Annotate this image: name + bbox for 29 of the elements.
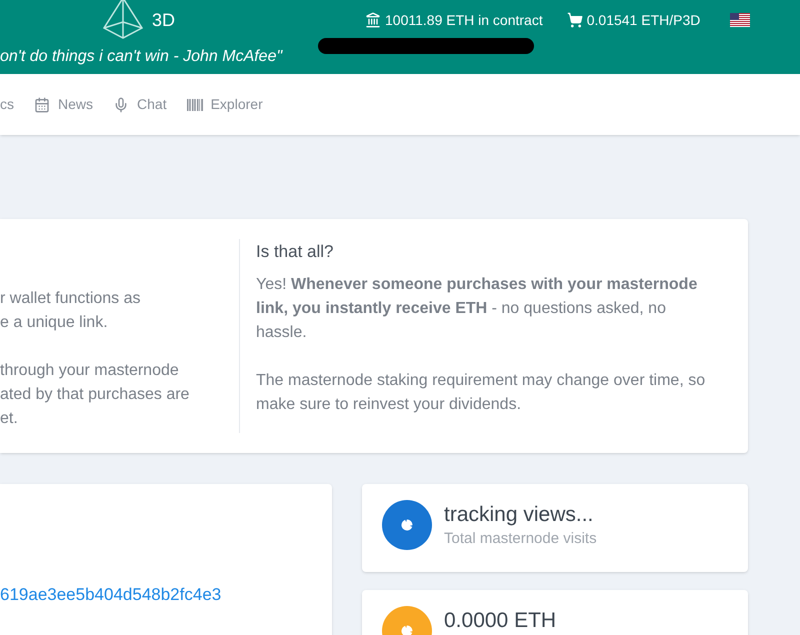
logo-text: 3D: [152, 8, 176, 32]
info-text-line: e a unique link.: [0, 313, 109, 333]
nav-link[interactable]: News: [34, 94, 94, 115]
pie-chart-icon: [401, 625, 413, 635]
us-flag-icon[interactable]: [730, 13, 750, 27]
masternode-link[interactable]: 619ae3ee5b404d548b2fc4e3: [0, 585, 222, 604]
microphone-icon: [113, 96, 130, 112]
barcode-icon: [186, 98, 203, 110]
bank-icon: [365, 12, 382, 28]
nav-link[interactable]: cs: [0, 94, 14, 115]
nav-link[interactable]: Chat: [113, 94, 167, 115]
token-price: 0.01541 ETH/P3D: [586, 10, 700, 30]
info-text-line: ated by that purchases are: [0, 385, 190, 405]
info-text-line: r wallet functions as: [0, 289, 142, 309]
pyramid-logo-icon: [102, 0, 144, 40]
quote-text: on't do things i can't win - John McAfee": [0, 47, 282, 67]
info-paragraph: Yes! Whenever someone purchases with your masternode link, you instantly receive ETH - no questions asked, no hassle.: [256, 274, 698, 342]
info-text-line: through your masternode: [0, 361, 180, 381]
contract-balance: 10011.89 ETH in contract: [385, 10, 543, 30]
nav-link[interactable]: Explorer: [186, 94, 263, 115]
calendar-icon: [34, 96, 50, 112]
pie-chart-icon: [401, 519, 413, 531]
stat-subtitle: Total masternode visits: [444, 529, 597, 549]
info-paragraph: The masternode staking requirement may change over time, so make sure to reinvest your dividends.: [256, 370, 706, 414]
cart-icon: [566, 12, 583, 28]
stat-title: 0.0000 ETH: [444, 608, 556, 634]
section-title: Is that all?: [256, 241, 334, 263]
stat-title: tracking views...: [444, 502, 594, 528]
info-text-line: et.: [0, 409, 19, 429]
